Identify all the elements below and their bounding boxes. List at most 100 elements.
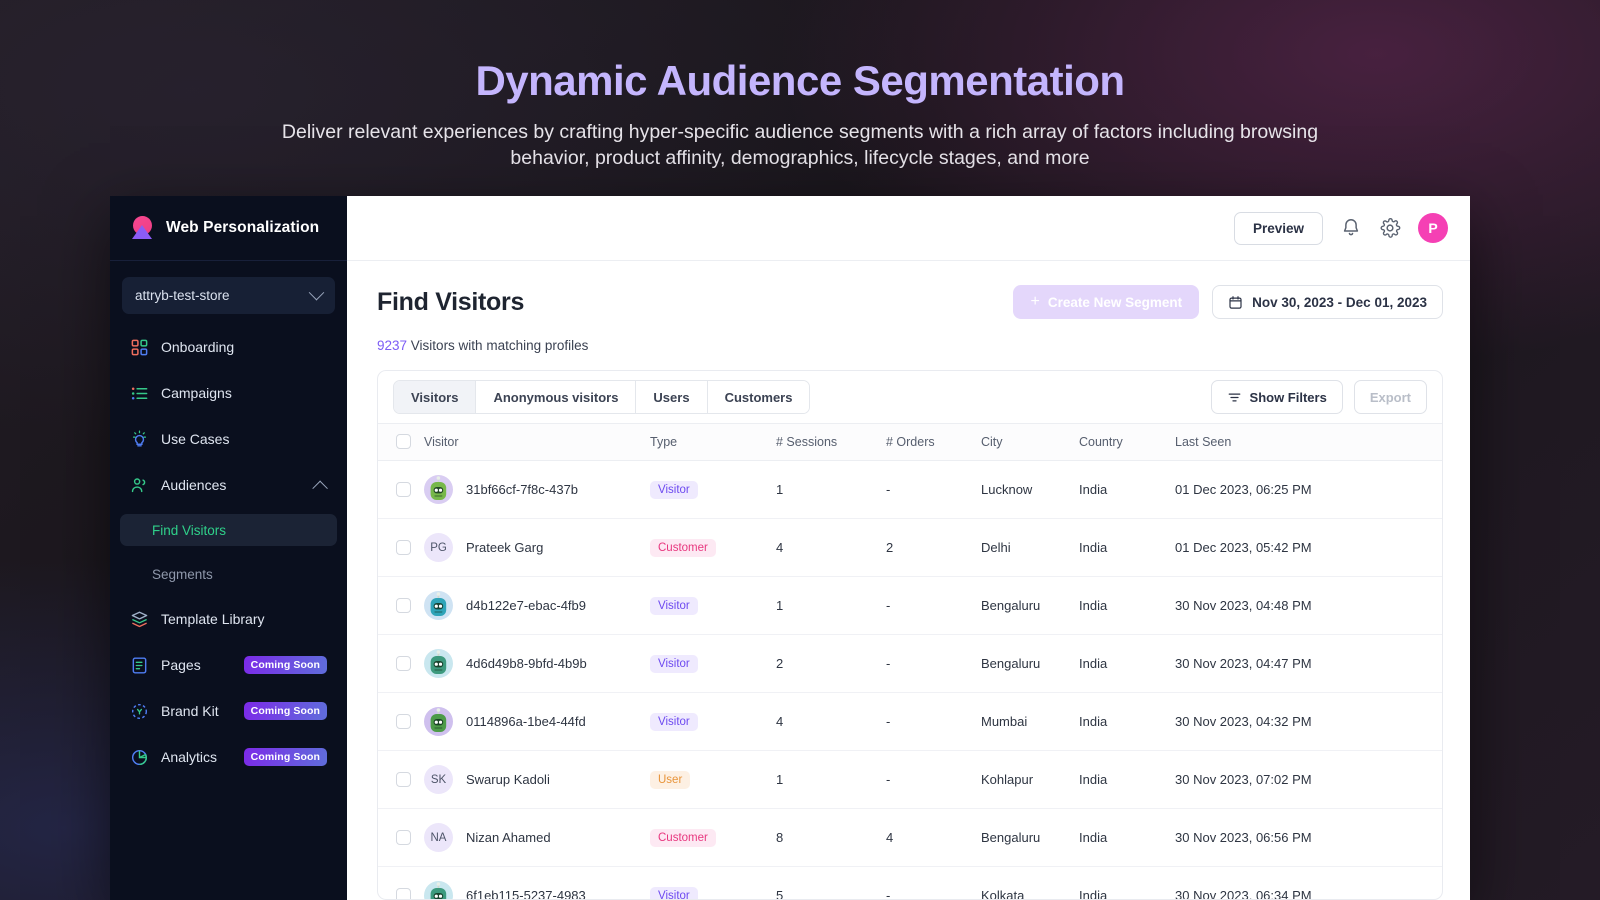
table-row[interactable]: 4d6d49b8-9bfd-4b9b Visitor 2- Bengaluru Indi… [378, 634, 1442, 693]
sidebar-item-use-cases[interactable]: Use Cases [120, 422, 337, 456]
page-title: Find Visitors [377, 287, 525, 316]
sidebar-subitem-label: Find Visitors [152, 522, 227, 538]
cell-type: Visitor [650, 692, 776, 751]
row-select-cell [378, 866, 424, 899]
date-range-label: Nov 30, 2023 - Dec 01, 2023 [1252, 294, 1427, 310]
avatar-robot-icon [424, 475, 453, 504]
cell-visitor: 0114896a-1be4-44fd [424, 692, 650, 751]
sidebar-item-label: Use Cases [161, 431, 230, 447]
status-badge: Visitor [650, 886, 698, 899]
export-button[interactable]: Export [1353, 380, 1427, 414]
sidebar-item-find-visitors[interactable]: Find Visitors [120, 514, 337, 546]
hero-title: Dynamic Audience Segmentation [475, 57, 1125, 104]
visitors-panel: Visitors Anonymous visitors Users Custom… [377, 370, 1443, 900]
plus-icon: + [1030, 293, 1040, 310]
list-icon [131, 386, 148, 400]
cell-country: India [1079, 634, 1175, 693]
select-all-checkbox[interactable] [396, 434, 411, 449]
column-header-visitor[interactable]: Visitor [424, 423, 650, 461]
bell-icon[interactable] [1340, 217, 1362, 239]
row-select-cell [378, 692, 424, 751]
table-scroll-area[interactable]: Visitor Type # Sessions # Orders City Co… [378, 423, 1442, 899]
table-row[interactable]: 31bf66cf-7f8c-437b Visitor 1- Lucknow India 0… [378, 460, 1442, 519]
avatar-initials: SK [424, 765, 453, 794]
avatar-robot-icon [424, 881, 453, 899]
sidebar-item-label: Pages [161, 657, 201, 673]
status-badge: User [650, 770, 691, 789]
avatar-robot-icon [424, 707, 453, 736]
sidebar-item-brand-kit[interactable]: Brand Kit Coming Soon [120, 694, 337, 728]
sidebar-item-pages[interactable]: Pages Coming Soon [120, 648, 337, 682]
sidebar-brand: Web Personalization [110, 196, 347, 261]
table-row[interactable]: SK Swarup Kadoli User 1- Kohlapur India 30 Nov… [378, 750, 1442, 809]
cell-sessions: 1 [776, 750, 886, 809]
tab-customers[interactable]: Customers [707, 381, 810, 413]
cell-city: Kolkata [981, 866, 1079, 899]
sidebar-item-label: Analytics [161, 749, 218, 765]
avatar-initials: PG [424, 533, 453, 562]
row-checkbox[interactable] [396, 656, 411, 671]
layers-icon [131, 611, 148, 627]
sidebar-item-campaigns[interactable]: Campaigns [120, 376, 337, 410]
row-checkbox[interactable] [396, 772, 411, 787]
cell-sessions: 8 [776, 808, 886, 867]
cell-city: Bengaluru [981, 808, 1079, 867]
cell-city: Delhi [981, 518, 1079, 577]
column-header-last-seen[interactable]: Last Seen [1175, 423, 1442, 461]
table-row[interactable]: PG Prateek Garg Customer 4 2 Delhi India 01 Dec… [378, 518, 1442, 577]
cell-last-seen: 30 Nov 2023, 04:47 PM [1175, 634, 1442, 693]
column-header-type[interactable]: Type [650, 423, 776, 461]
table-header-row: Visitor Type # Sessions # Orders City Co… [378, 423, 1442, 461]
visitor-name: 31bf66cf-7f8c-437b [466, 482, 579, 497]
cell-city: Bengaluru [981, 634, 1079, 693]
sidebar-item-analytics[interactable]: Analytics Coming Soon [120, 740, 337, 774]
cell-sessions: 1 [776, 576, 886, 635]
cell-country: India [1079, 576, 1175, 635]
column-header-city[interactable]: City [981, 423, 1079, 461]
tab-visitors[interactable]: Visitors [394, 381, 477, 413]
table-body: 31bf66cf-7f8c-437b Visitor 1- Lucknow India 0… [378, 460, 1442, 899]
row-checkbox[interactable] [396, 830, 411, 845]
row-checkbox[interactable] [396, 888, 411, 899]
filter-icon [1228, 393, 1240, 401]
show-filters-button[interactable]: Show Filters [1210, 380, 1343, 414]
table-row[interactable]: d4b122e7-ebac-4fb9 Visitor 1- Bengaluru Indi… [378, 576, 1442, 635]
cell-visitor: 6f1eb115-5237-4983 [424, 866, 650, 899]
cell-country: India [1079, 692, 1175, 751]
sidebar-item-template-library[interactable]: Template Library [120, 602, 337, 636]
preview-button[interactable]: Preview [1233, 211, 1323, 245]
tab-users[interactable]: Users [636, 381, 708, 413]
sidebar-item-segments[interactable]: Segments [120, 558, 337, 590]
visitor-name: Swarup Kadoli [466, 772, 550, 787]
visitor-name: Nizan Ahamed [466, 830, 551, 845]
table-row[interactable]: NA Nizan Ahamed Customer 8 4 Bengaluru India 30… [378, 808, 1442, 867]
sidebar-item-label: Onboarding [161, 339, 235, 355]
row-select-cell [378, 576, 424, 635]
row-select-cell [378, 808, 424, 867]
row-checkbox[interactable] [396, 540, 411, 555]
status-badge: Visitor [650, 480, 698, 499]
grid-icon [131, 339, 148, 355]
topbar: Preview P [347, 196, 1470, 261]
date-range-picker[interactable]: Nov 30, 2023 - Dec 01, 2023 [1212, 285, 1443, 319]
table-row[interactable]: 6f1eb115-5237-4983 Visitor 5- Kolkata India 3… [378, 866, 1442, 899]
calendar-icon [1229, 295, 1242, 309]
column-header-country[interactable]: Country [1079, 423, 1175, 461]
store-selector[interactable]: attryb-test-store [122, 277, 335, 314]
gear-icon[interactable] [1379, 217, 1401, 239]
row-checkbox[interactable] [396, 598, 411, 613]
sidebar-item-audiences[interactable]: Audiences [120, 468, 337, 502]
row-checkbox[interactable] [396, 714, 411, 729]
column-header-sessions[interactable]: # Sessions [776, 423, 886, 461]
cell-sessions: 4 [776, 692, 886, 751]
tab-anonymous-visitors[interactable]: Anonymous visitors [476, 381, 637, 413]
main-panel: Preview P Find Visitors + Create New Seg… [347, 196, 1470, 900]
avatar[interactable]: P [1418, 213, 1448, 243]
row-select-cell [378, 634, 424, 693]
row-checkbox[interactable] [396, 482, 411, 497]
cell-city: Lucknow [981, 460, 1079, 519]
create-new-segment-button[interactable]: + Create New Segment [1013, 285, 1200, 319]
sidebar-item-onboarding[interactable]: Onboarding [120, 330, 337, 364]
column-header-orders[interactable]: # Orders [886, 423, 981, 461]
table-row[interactable]: 0114896a-1be4-44fd Visitor 4- Mumbai India 30… [378, 692, 1442, 751]
